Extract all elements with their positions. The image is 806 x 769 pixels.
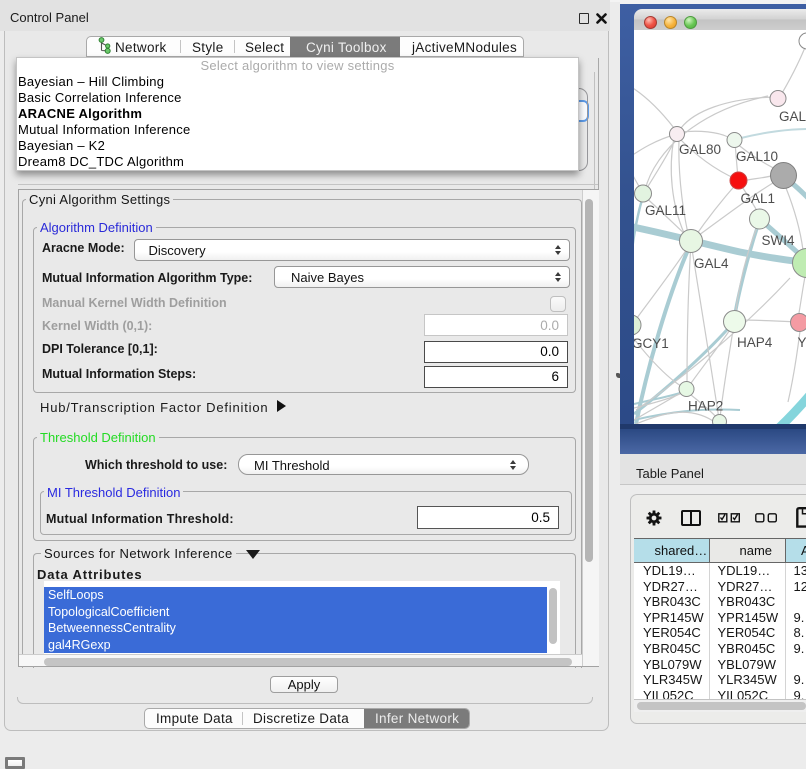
svg-text:SWI4: SWI4 [762, 233, 795, 248]
svg-text:GAL1: GAL1 [741, 191, 776, 206]
svg-text:GAL10: GAL10 [736, 149, 778, 164]
svg-text:GAL7: GAL7 [779, 109, 806, 124]
svg-text:GCY1: GCY1 [634, 336, 669, 351]
svg-text:HAP4: HAP4 [737, 335, 773, 350]
svg-text:Y: Y [798, 335, 806, 350]
svg-text:GAL80: GAL80 [679, 142, 721, 157]
svg-text:GAL4: GAL4 [694, 256, 729, 271]
svg-text:GAL11: GAL11 [645, 203, 686, 218]
svg-text:HAP2: HAP2 [688, 399, 723, 414]
